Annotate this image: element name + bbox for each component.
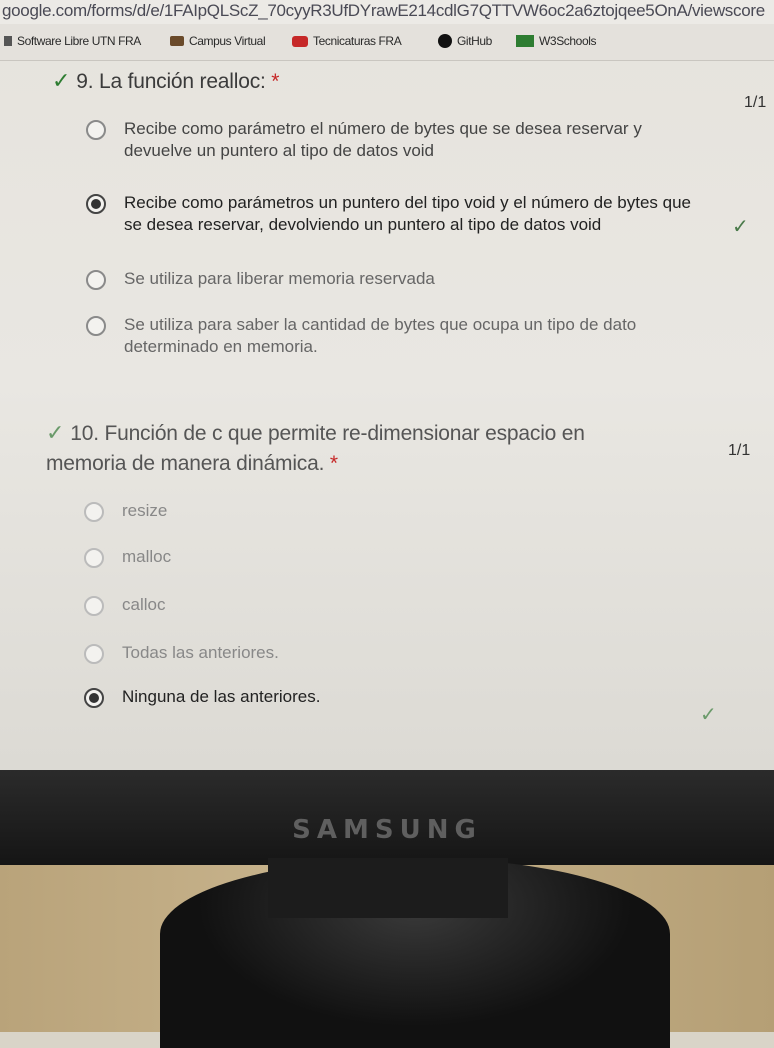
option-item[interactable]: Se utiliza para saber la cantidad de byt… (86, 314, 706, 358)
youtube-icon (292, 35, 308, 47)
bookmark-label: W3Schools (539, 34, 597, 48)
option-item-selected[interactable]: Recibe como parámetros un puntero del ti… (86, 192, 706, 236)
option-label: resize (122, 501, 168, 520)
question-10: ✓ 10. Función de c que permite re-dimensi… (46, 418, 666, 479)
option-item-selected[interactable]: Ninguna de las anteriores. (84, 686, 320, 708)
question-score: 1/1 (744, 94, 767, 111)
bookmark-software-libre[interactable]: Software Libre UTN FRA (4, 34, 141, 48)
address-bar[interactable]: google.com/forms/d/e/1FAIpQLScZ_70cyyR3U… (0, 0, 774, 24)
radio-button[interactable] (84, 644, 104, 664)
check-icon: ✓ (52, 68, 71, 93)
option-item[interactable]: Se utiliza para liberar memoria reservad… (86, 268, 706, 290)
option-item[interactable]: malloc (84, 546, 171, 568)
option-label: malloc (122, 547, 172, 566)
option-label: Todas las anteriores. (122, 643, 279, 662)
github-icon (438, 34, 452, 48)
browser-screen: google.com/forms/d/e/1FAIpQLScZ_70cyyR3U… (0, 0, 774, 770)
radio-button[interactable] (86, 270, 106, 290)
radio-button-selected[interactable] (86, 194, 106, 214)
question-title: ✓ 9. La función realloc: * (52, 68, 280, 93)
bookmark-label: GitHub (457, 34, 492, 48)
radio-button[interactable] (86, 316, 106, 336)
monitor-stand-neck (268, 858, 508, 918)
bookmark-tecnicaturas[interactable]: Tecnicaturas FRA (292, 34, 402, 48)
radio-button[interactable] (84, 596, 104, 616)
radio-button[interactable] (84, 548, 104, 568)
option-item[interactable]: resize (84, 500, 167, 522)
question-9: ✓ 9. La función realloc: * (52, 68, 279, 94)
campus-icon (170, 36, 184, 46)
bookmark-w3schools[interactable]: W3Schools (516, 34, 596, 48)
bookmarks-bar: Software Libre UTN FRA Campus Virtual Te… (0, 24, 774, 61)
correct-check-icon: ✓ (700, 704, 717, 726)
bookmark-github[interactable]: GitHub (438, 34, 492, 48)
w3schools-icon (516, 35, 534, 47)
question-title: ✓ 10. Función de c que permite re-dimensi… (46, 420, 585, 475)
option-label: Recibe como parámetro el número de bytes… (124, 119, 642, 160)
option-label: Ninguna de las anteriores. (122, 687, 321, 706)
bookmark-label: Tecnicaturas FRA (313, 34, 402, 48)
option-item[interactable]: Recibe como parámetro el número de bytes… (86, 118, 706, 162)
radio-button[interactable] (86, 120, 106, 140)
option-label: Se utiliza para liberar memoria reservad… (124, 269, 435, 288)
option-label: calloc (122, 595, 166, 614)
required-marker: * (329, 452, 338, 475)
radio-button-selected[interactable] (84, 688, 104, 708)
monitor-brand-logo: SAMSUNG (292, 815, 482, 845)
option-item[interactable]: Todas las anteriores. (84, 642, 279, 664)
bookmark-label: Campus Virtual (189, 34, 266, 48)
check-icon: ✓ (46, 420, 65, 445)
required-marker: * (271, 70, 280, 93)
option-item[interactable]: calloc (84, 594, 165, 616)
option-label: Recibe como parámetros un puntero del ti… (124, 193, 691, 234)
bookmark-label: Software Libre UTN FRA (17, 34, 141, 48)
page-icon (4, 36, 12, 46)
option-label: Se utiliza para saber la cantidad de byt… (124, 315, 637, 356)
question-score: 1/1 (728, 442, 751, 459)
radio-button[interactable] (84, 502, 104, 522)
correct-check-icon: ✓ (732, 216, 749, 238)
bookmark-campus-virtual[interactable]: Campus Virtual (170, 34, 266, 48)
